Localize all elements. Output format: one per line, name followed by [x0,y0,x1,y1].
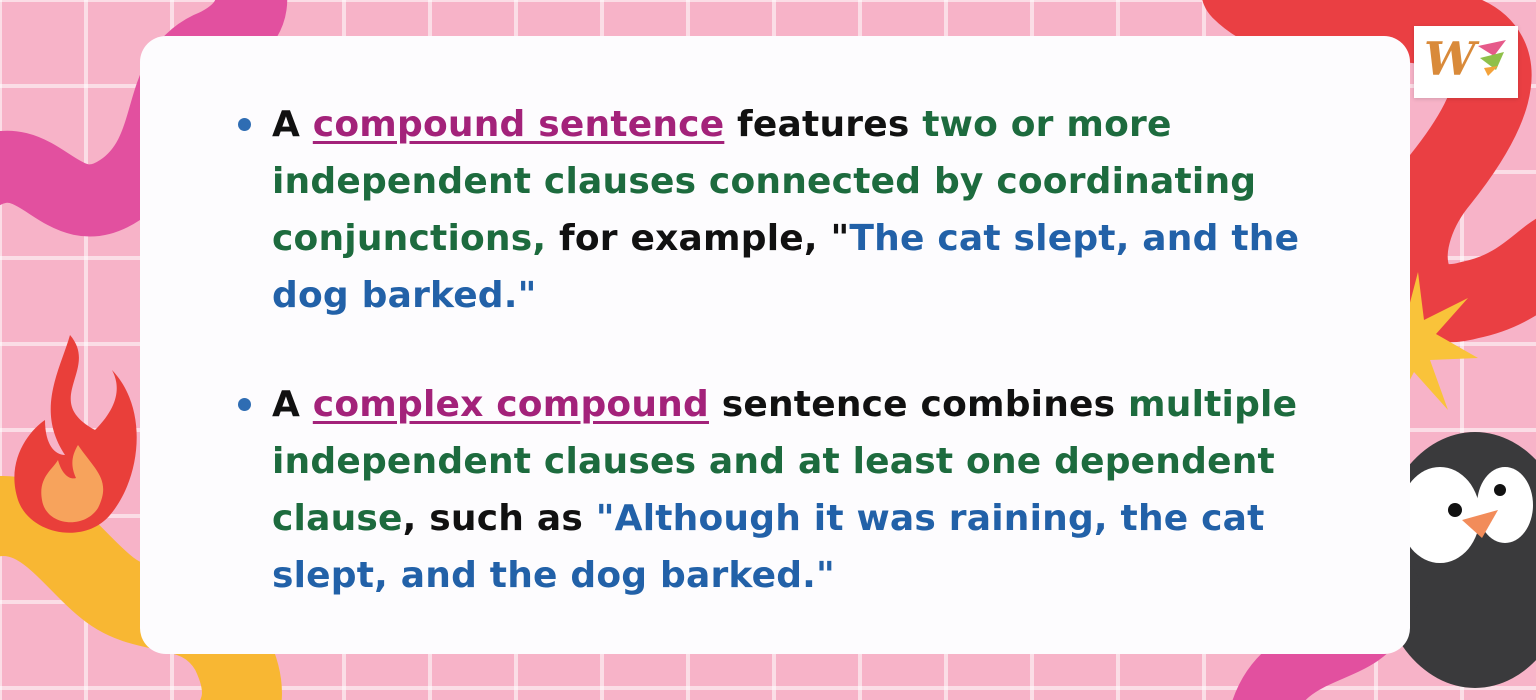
logo-letter: W [1424,32,1476,86]
bullet-dot [238,118,251,131]
flame-icon [14,335,137,533]
term-compound-sentence: compound sentence [312,104,725,145]
bullet-lead: A [272,384,313,425]
bullet-mid: sentence combines [708,384,1129,425]
bullet-connector: for example, " [546,218,850,259]
bullet-dot [238,398,251,411]
bullet-complex-compound: A complex compound sentence combines mul… [238,376,1362,604]
logo: W [1414,26,1518,98]
bullet-connector: , such as [402,498,596,539]
bullet-mid: features [724,104,923,145]
term-complex-compound: complex compound [312,384,709,425]
logo-flag-icon [1478,40,1506,76]
bullet-compound-sentence: A compound sentence features two or more… [238,96,1362,324]
bullet-lead: A [272,104,313,145]
bullet-list: A compound sentence features two or more… [238,96,1362,656]
